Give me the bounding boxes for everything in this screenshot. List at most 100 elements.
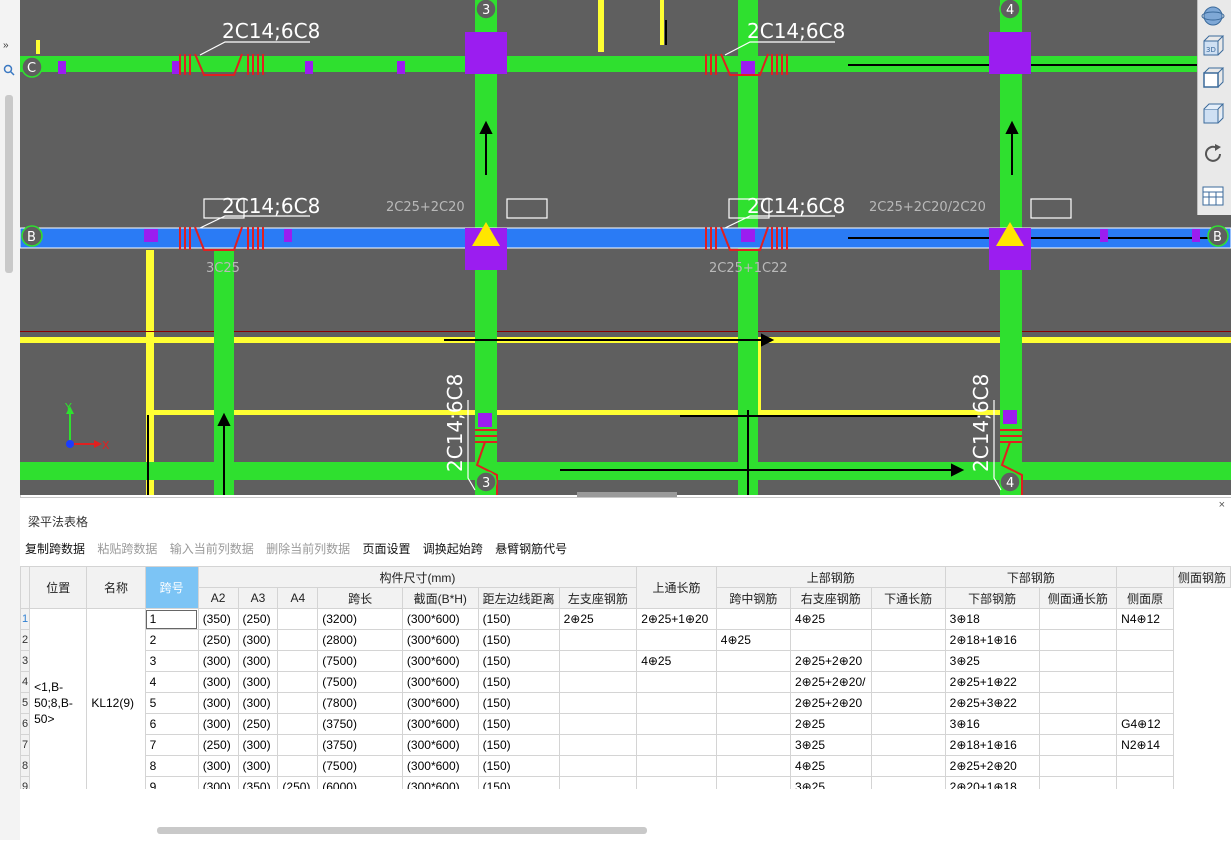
a3-cell[interactable]: (250) (237, 713, 279, 735)
section-cell[interactable]: (300*600) (401, 692, 479, 714)
left-distance-cell[interactable]: (150) (477, 692, 560, 714)
top-through-cell[interactable] (558, 671, 638, 693)
a2-cell[interactable]: (300) (197, 755, 239, 777)
row-number[interactable]: 6 (20, 713, 31, 735)
cube-3d-icon[interactable]: 3D (1201, 34, 1227, 60)
span-length-cell[interactable]: (3750) (317, 734, 403, 756)
bottom-through-cell[interactable] (870, 713, 946, 735)
a2-cell[interactable]: (250) (197, 734, 239, 756)
left-distance-cell[interactable]: (150) (477, 650, 560, 672)
bottom-through-cell[interactable] (870, 755, 946, 777)
a3-cell[interactable]: (300) (237, 671, 279, 693)
section-cell[interactable]: (300*600) (401, 713, 479, 735)
row-number[interactable]: 5 (20, 692, 31, 714)
a3-cell[interactable]: (250) (237, 608, 279, 630)
a3-cell[interactable]: (300) (237, 692, 279, 714)
left-scrollbar[interactable] (5, 95, 13, 273)
top-through-cell[interactable]: 2⊕25 (558, 608, 638, 630)
a4-cell[interactable] (277, 692, 319, 714)
left-support-cell[interactable] (636, 671, 717, 693)
span-cell[interactable]: 8 (144, 755, 199, 777)
copy-span-data-button[interactable]: 复制跨数据 (25, 540, 85, 557)
a3-cell[interactable]: (300) (237, 734, 279, 756)
span-cell[interactable]: 7 (144, 734, 199, 756)
mid-span-cell[interactable] (715, 776, 791, 789)
right-support-cell[interactable] (789, 629, 872, 651)
section-cell[interactable]: (300*600) (401, 776, 479, 789)
a2-cell[interactable]: (250) (197, 629, 239, 651)
left-support-cell[interactable] (636, 776, 717, 789)
left-distance-cell[interactable]: (150) (477, 671, 560, 693)
span-length-cell[interactable]: (7500) (317, 755, 403, 777)
a4-cell[interactable]: (250) (277, 776, 319, 789)
col-header-span[interactable]: 跨号 (144, 566, 199, 609)
span-length-cell[interactable]: (6000) (317, 776, 403, 789)
right-support-cell[interactable]: 2⊕25+2⊕20 (789, 650, 872, 672)
table-row[interactable]: 2 2 (250) (300) (2800) (300*600) (150) 4⊕25 2⊕18… (20, 629, 1231, 651)
rebar-annotation[interactable]: 2C14;6C8 (747, 19, 845, 43)
side-original-cell[interactable] (1116, 692, 1174, 714)
side-through-cell[interactable] (1038, 692, 1118, 714)
bottom-through-cell[interactable] (870, 776, 946, 789)
table-row[interactable]: 4 4 (300) (300) (7500) (300*600) (150) 2⊕25+2⊕2… (20, 671, 1231, 693)
span-length-cell[interactable]: (3200) (317, 608, 403, 630)
row-number[interactable]: 1 (20, 608, 31, 630)
section-cell[interactable]: (300*600) (401, 671, 479, 693)
bottom-through-cell[interactable] (870, 734, 946, 756)
a2-cell[interactable]: (300) (197, 713, 239, 735)
mid-span-cell[interactable] (715, 755, 791, 777)
bottom-rebar-cell[interactable]: 2⊕20+1⊕18 (944, 776, 1040, 789)
section-cell[interactable]: (300*600) (401, 650, 479, 672)
span-length-cell[interactable]: (7500) (317, 671, 403, 693)
beam-table[interactable]: 位置 名称 跨号 构件尺寸(mm) 上通长筋 上部钢筋 下部钢筋 侧面钢筋 A2… (20, 566, 1231, 789)
top-through-cell[interactable] (558, 734, 638, 756)
rebar-annotation[interactable]: 2C14;6C8 (222, 19, 320, 43)
cube-front-icon[interactable] (1201, 66, 1227, 92)
a3-cell[interactable]: (300) (237, 629, 279, 651)
side-through-cell[interactable] (1038, 650, 1118, 672)
page-setup-button[interactable]: 页面设置 (362, 540, 410, 557)
right-support-cell[interactable]: 4⊕25 (789, 755, 872, 777)
mid-span-cell[interactable] (715, 734, 791, 756)
right-support-cell[interactable]: 4⊕25 (789, 608, 872, 630)
row-number[interactable]: 7 (20, 734, 31, 756)
cube-iso-icon[interactable] (1201, 102, 1227, 128)
swap-start-span-button[interactable]: 调换起始跨 (423, 540, 483, 557)
bottom-through-cell[interactable] (870, 608, 946, 630)
left-support-cell[interactable] (636, 755, 717, 777)
mid-span-cell[interactable] (715, 713, 791, 735)
span-cell[interactable]: 4 (144, 671, 199, 693)
cad-drawing[interactable]: 2C14;6C8 2C14;6C8 2C14;6C8 2C14;6C8 2C14… (20, 0, 1231, 495)
left-support-cell[interactable] (636, 629, 717, 651)
top-through-cell[interactable] (558, 755, 638, 777)
side-through-cell[interactable] (1038, 608, 1118, 630)
table-row[interactable]: 6 6 (300) (250) (3750) (300*600) (150) 2⊕25 3⊕16… (20, 713, 1231, 735)
rebar-annotation[interactable]: 2C14;6C8 (443, 374, 467, 472)
row-number[interactable]: 4 (20, 671, 31, 693)
section-cell[interactable]: (300*600) (401, 734, 479, 756)
right-support-cell[interactable]: 3⊕25 (789, 734, 872, 756)
delete-column-data-button[interactable]: 删除当前列数据 (266, 540, 350, 557)
span-cell[interactable]: 2 (144, 629, 199, 651)
bottom-rebar-cell[interactable]: 2⊕18+1⊕16 (944, 734, 1040, 756)
span-cell[interactable]: 5 (144, 692, 199, 714)
a4-cell[interactable] (277, 608, 319, 630)
left-distance-cell[interactable]: (150) (477, 776, 560, 789)
table-row[interactable]: 7 7 (250) (300) (3750) (300*600) (150) 3⊕25 2⊕18… (20, 734, 1231, 756)
position-cell[interactable]: <1,B-50;8,B-50> (29, 608, 88, 789)
side-through-cell[interactable] (1038, 629, 1118, 651)
a4-cell[interactable] (277, 671, 319, 693)
table-row[interactable]: 3 3 (300) (300) (7500) (300*600) (150) 4⊕25 2⊕25… (20, 650, 1231, 672)
bottom-rebar-cell[interactable]: 2⊕25+2⊕20 (944, 755, 1040, 777)
a2-cell[interactable]: (350) (197, 608, 239, 630)
paste-span-data-button[interactable]: 粘贴跨数据 (97, 540, 157, 557)
cad-viewport[interactable]: 2C14;6C8 2C14;6C8 2C14;6C8 2C14;6C8 2C14… (20, 0, 1231, 495)
input-column-data-button[interactable]: 输入当前列数据 (170, 540, 254, 557)
search-icon[interactable] (3, 64, 15, 79)
side-original-cell[interactable]: G4⊕12 (1116, 713, 1174, 735)
left-support-cell[interactable]: 4⊕25 (636, 650, 717, 672)
side-original-cell[interactable] (1116, 629, 1174, 651)
cantilever-code-button[interactable]: 悬臂钢筋代号 (495, 540, 567, 557)
left-support-cell[interactable] (636, 713, 717, 735)
table-row[interactable]: 9 9 (300) (350) (250) (6000) (300*600) (150) 3⊕2… (20, 776, 1231, 789)
